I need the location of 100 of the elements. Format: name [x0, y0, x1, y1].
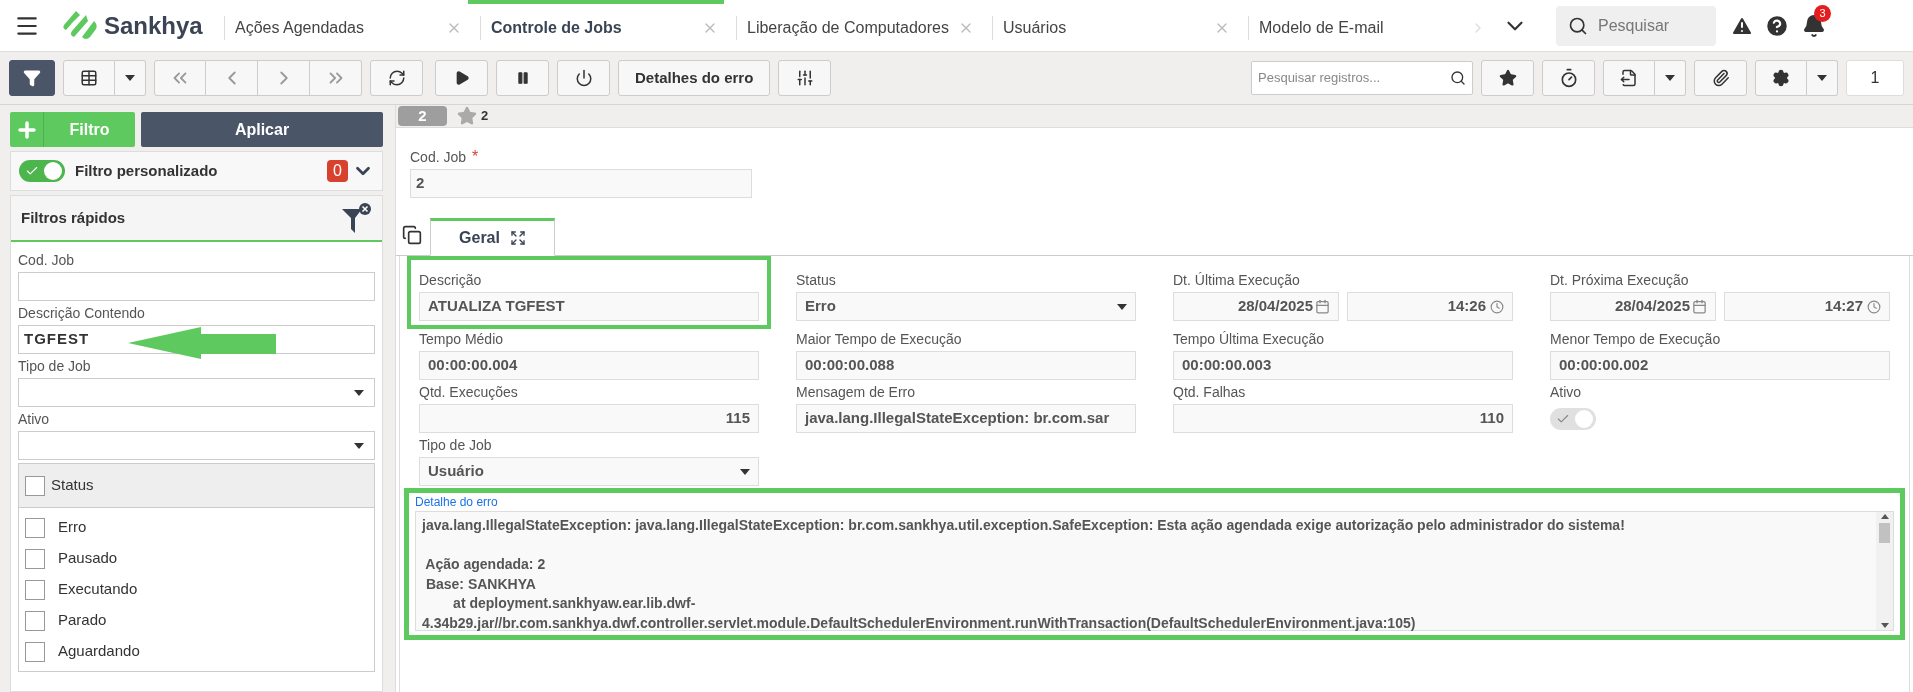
input-field[interactable]: 00:00:00.003 — [1173, 351, 1513, 380]
input-field[interactable] — [18, 272, 375, 301]
field-label: Dt. Última Execução — [1173, 271, 1300, 290]
error-detail-text: java.lang.IllegalStateException: java.lang.IllegalStateException: br.com.sankhya.util.exception.SafeException: Esta ação agendada exige autorização pelo administrador do sistema! Ação agendada: 2 Base: SANKHYA at deployment.sankhyaw.ear.lib.dwf- 4.34b29.jar//br.com.sankhya.dwf.controller.servlet.module.DefaultSchedulerEnvironment.runWithTransaction(DefaultSchedulerEnvironment.java:105) — [420, 516, 1626, 630]
check-icon — [25, 164, 39, 178]
power-icon — [574, 69, 593, 87]
pause-button[interactable] — [496, 60, 549, 96]
form-tab[interactable]: Geral — [430, 218, 555, 256]
input-field[interactable]: 115 — [419, 404, 759, 433]
field-label: Tipo de Job — [18, 357, 91, 376]
scroll-up-icon[interactable] — [1880, 514, 1889, 519]
input-field[interactable]: 00:00:00.004 — [419, 351, 759, 380]
search-icon — [1568, 15, 1588, 36]
toggle-switch[interactable] — [19, 160, 65, 182]
search-icon — [1450, 70, 1466, 86]
input-field[interactable]: 110 — [1173, 404, 1513, 433]
clock-icon — [1490, 299, 1504, 314]
field-label: Cod. Job — [18, 251, 75, 270]
power-button[interactable] — [557, 60, 610, 96]
clock-icon — [1867, 299, 1881, 314]
gear-icon — [1772, 69, 1790, 87]
checkbox[interactable] — [25, 517, 45, 538]
refresh-button[interactable] — [370, 60, 423, 96]
error-details-button[interactable]: Detalhes do erro — [618, 60, 771, 96]
dropdown-button[interactable] — [1807, 60, 1838, 96]
field-label: Tempo Última Execução — [1173, 330, 1324, 349]
field-label: Menor Tempo de Execução — [1550, 330, 1721, 349]
field-label: Descrição — [419, 271, 482, 290]
caret-icon — [1665, 75, 1675, 81]
checkbox[interactable] — [25, 475, 45, 496]
app-tab[interactable]: Ações Agendadas — [212, 0, 468, 52]
clear-filter-icon[interactable] — [342, 201, 372, 235]
date-field[interactable]: 28/04/2025 — [1550, 292, 1716, 321]
dropdown-button[interactable] — [1655, 60, 1686, 96]
app-tab[interactable]: Modelo de E-mail — [1236, 0, 1492, 52]
time-field[interactable]: 14:26 — [1347, 292, 1513, 321]
caret-icon — [1117, 303, 1127, 310]
count-badge: 0 — [327, 160, 348, 182]
field-label: Maior Tempo de Execução — [796, 330, 962, 349]
field-label: Mensagem de Erro — [796, 383, 916, 402]
field-label: Status — [796, 271, 836, 290]
brand-name: Sankhya — [104, 10, 203, 41]
time-field[interactable]: 14:27 — [1724, 292, 1890, 321]
expand-icon[interactable] — [509, 230, 526, 246]
input-field[interactable]: ATUALIZA TGFEST — [419, 292, 759, 321]
field-label: Detalhe do erro — [415, 494, 498, 511]
caret-icon — [740, 468, 750, 475]
star-icon[interactable] — [457, 106, 477, 126]
settings-sliders-button[interactable] — [778, 60, 832, 96]
record-pill: 2 — [398, 106, 447, 126]
filter-icon — [23, 69, 41, 87]
date-field[interactable]: 28/04/2025 — [1173, 292, 1339, 321]
timer-button[interactable] — [1542, 60, 1595, 96]
checkbox[interactable] — [25, 579, 45, 600]
error-detail-textarea[interactable] — [415, 511, 1894, 631]
field-label: Tempo Médio — [419, 330, 504, 349]
required-mark: * — [472, 147, 479, 167]
option-label: Aguardando — [58, 641, 140, 662]
search-field[interactable]: Pesquisar — [1556, 5, 1716, 46]
checkbox[interactable] — [25, 641, 45, 662]
favorite-button[interactable] — [1481, 60, 1534, 96]
field-label: Tipo de Job — [419, 436, 492, 455]
search-records-field[interactable]: Pesquisar registros... — [1251, 61, 1473, 95]
apply-button[interactable]: Aplicar — [141, 112, 383, 147]
scrollbar-thumb[interactable] — [1879, 523, 1890, 543]
option-label: Executando — [58, 579, 138, 600]
export-button[interactable] — [1603, 60, 1655, 96]
field-label: Ativo — [18, 410, 50, 429]
sliders-icon — [795, 69, 814, 87]
checkbox[interactable] — [25, 610, 45, 631]
attachment-button[interactable] — [1694, 60, 1747, 96]
dropdown-button[interactable] — [115, 60, 146, 96]
play-button[interactable] — [435, 60, 488, 96]
scroll-down-icon[interactable] — [1880, 623, 1889, 628]
notification-badge: 3 — [1814, 4, 1831, 22]
grid-view-button[interactable] — [63, 60, 115, 96]
select-field[interactable]: Erro — [796, 292, 1136, 321]
copy-icon[interactable] — [402, 225, 422, 245]
option-label: Pausado — [58, 548, 118, 569]
select-field[interactable] — [18, 378, 375, 407]
checkbox[interactable] — [25, 548, 45, 569]
select-field[interactable] — [18, 431, 375, 460]
input-field[interactable]: java.lang.IllegalStateException: br.com.sar — [796, 404, 1136, 433]
input-field[interactable]: 2 — [410, 169, 752, 198]
caret-icon — [354, 389, 364, 396]
app-tab[interactable]: Liberação de Computadores — [724, 0, 980, 52]
refresh-icon — [387, 69, 406, 87]
app-tab[interactable]: Usuários — [980, 0, 1236, 52]
scrollbar[interactable] — [1876, 512, 1893, 630]
caret-icon — [125, 75, 135, 81]
caret-icon — [354, 442, 364, 449]
input-field[interactable]: 00:00:00.002 — [1550, 351, 1890, 380]
settings-button[interactable] — [1755, 60, 1807, 96]
star-icon — [1498, 69, 1517, 87]
select-field[interactable]: Usuário — [419, 457, 759, 486]
panel-title: Filtros rápidos — [21, 207, 126, 228]
table-icon — [80, 69, 98, 87]
field-label: Dt. Próxima Execução — [1550, 271, 1689, 290]
input-field[interactable]: 00:00:00.088 — [796, 351, 1136, 380]
filter-button[interactable] — [9, 60, 55, 96]
